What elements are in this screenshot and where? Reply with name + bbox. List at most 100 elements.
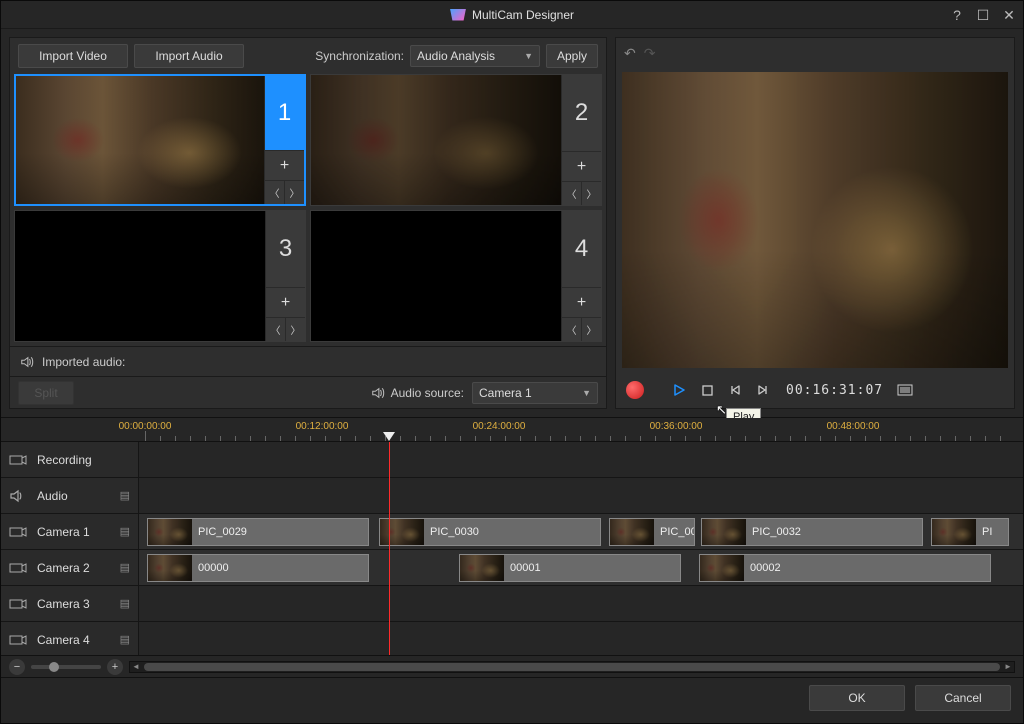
split-button[interactable]: Split <box>18 381 74 405</box>
close-button[interactable]: ✕ <box>1001 7 1017 24</box>
ok-button[interactable]: OK <box>809 685 905 711</box>
track-label-recording: Recording <box>37 453 130 467</box>
timeline-panel: 00:00:00:0000:12:00:0000:24:00:0000:36:0… <box>1 417 1023 677</box>
speaker-icon <box>20 355 34 369</box>
import-audio-button[interactable]: Import Audio <box>134 44 244 68</box>
track-lane-camera-3[interactable] <box>139 586 1023 621</box>
camera-track-icon <box>9 633 29 647</box>
scroll-left-button[interactable]: ◄ <box>130 662 142 672</box>
clip-label: PIC_0032 <box>746 526 807 538</box>
camera-number-4[interactable]: 4 <box>561 211 601 287</box>
camera-cell-3[interactable]: 3 + 〈 〉 <box>14 210 306 342</box>
scrollbar-thumb[interactable] <box>144 663 1000 671</box>
camera-cell-2[interactable]: 2 + 〈 〉 <box>310 74 602 206</box>
undo-button[interactable]: ↶ <box>624 45 636 62</box>
play-button[interactable]: ↖ Play <box>670 384 688 396</box>
synchronization-dropdown[interactable]: Audio Analysis ▼ <box>410 45 540 67</box>
ruler-label: 00:12:00:00 <box>296 421 349 432</box>
imported-audio-label: Imported audio: <box>42 355 125 369</box>
clip-label: 00000 <box>192 562 235 574</box>
timeline-scrollbar[interactable]: ◄ ► <box>129 661 1015 673</box>
camera-2-preview <box>311 75 561 205</box>
preview-panel: ↶ ↷ ↖ Play 00:16:31:07 <box>615 37 1015 409</box>
clip-label: PIC_00 <box>654 526 695 538</box>
camera-4-next-button[interactable]: 〉 <box>582 318 601 341</box>
camera-1-add-button[interactable]: + <box>264 150 304 180</box>
clip[interactable]: PIC_0030 <box>379 518 601 546</box>
camera-2-next-button[interactable]: 〉 <box>582 182 601 205</box>
clip-label: 00002 <box>744 562 787 574</box>
camera-track-icon <box>9 561 29 575</box>
zoom-out-button[interactable]: − <box>9 659 25 675</box>
clip-label: PI <box>976 526 998 538</box>
timecode-options-button[interactable] <box>897 384 913 396</box>
camera-2-add-button[interactable]: + <box>561 151 601 181</box>
audio-source-label: Audio source: <box>391 386 464 400</box>
camera-3-prev-button[interactable]: 〈 <box>266 318 286 341</box>
camera-4-prev-button[interactable]: 〈 <box>562 318 582 341</box>
camera-3-next-button[interactable]: 〉 <box>286 318 305 341</box>
camera-cell-4[interactable]: 4 + 〈 〉 <box>310 210 602 342</box>
camera-number-3[interactable]: 3 <box>265 211 305 287</box>
apply-button[interactable]: Apply <box>546 44 598 68</box>
record-button[interactable] <box>626 381 644 399</box>
transport-bar: ↖ Play 00:16:31:07 <box>616 372 1014 408</box>
time-ruler[interactable]: 00:00:00:0000:12:00:0000:24:00:0000:36:0… <box>1 418 1023 442</box>
camera-cell-1[interactable]: 1 + 〈 〉 <box>14 74 306 206</box>
clip[interactable]: 00000 <box>147 554 369 582</box>
stop-button[interactable] <box>698 385 716 396</box>
synchronization-value: Audio Analysis <box>417 49 495 63</box>
camera-3-add-button[interactable]: + <box>265 287 305 317</box>
camera-1-prev-button[interactable]: 〈 <box>265 181 285 204</box>
prev-frame-button[interactable] <box>726 384 744 396</box>
clip-label: PIC_0029 <box>192 526 253 538</box>
clip-thumbnail <box>702 519 746 545</box>
cancel-button[interactable]: Cancel <box>915 685 1011 711</box>
clip[interactable]: PI <box>931 518 1009 546</box>
preview-monitor <box>622 72 1008 368</box>
import-video-button[interactable]: Import Video <box>18 44 128 68</box>
clip[interactable]: 00002 <box>699 554 991 582</box>
redo-button[interactable]: ↷ <box>644 45 656 62</box>
camera-track-icon <box>9 597 29 611</box>
recording-track-icon <box>9 453 29 467</box>
zoom-slider[interactable] <box>31 665 101 669</box>
maximize-button[interactable]: ☐ <box>975 7 991 24</box>
clip-thumbnail <box>932 519 976 545</box>
track-lane-camera-1[interactable]: PIC_0029 PIC_0030 PIC_00 PIC_0032 PI <box>139 514 1023 549</box>
app-icon <box>450 9 466 21</box>
track-options-audio[interactable]: ▤ <box>120 489 130 502</box>
camera-1-next-button[interactable]: 〉 <box>285 181 304 204</box>
track-options-camera-3[interactable]: ▤ <box>120 597 130 610</box>
zoom-in-button[interactable]: + <box>107 659 123 675</box>
clip[interactable]: PIC_00 <box>609 518 695 546</box>
clip[interactable]: 00001 <box>459 554 681 582</box>
camera-number-1[interactable]: 1 <box>264 76 304 150</box>
playhead-marker[interactable] <box>383 432 395 442</box>
track-options-camera-2[interactable]: ▤ <box>120 561 130 574</box>
ruler-label: 00:36:00:00 <box>650 421 703 432</box>
clip-thumbnail <box>148 555 192 581</box>
track-lane-audio[interactable] <box>139 478 1023 513</box>
track-options-camera-4[interactable]: ▤ <box>120 633 130 646</box>
next-frame-button[interactable] <box>754 384 772 396</box>
track-lane-camera-2[interactable]: 00000 00001 00002 <box>139 550 1023 585</box>
track-lane-recording[interactable] <box>139 442 1023 477</box>
camera-track-icon <box>9 525 29 539</box>
clip[interactable]: PIC_0032 <box>701 518 923 546</box>
camera-2-prev-button[interactable]: 〈 <box>562 182 582 205</box>
scroll-right-button[interactable]: ► <box>1002 662 1014 672</box>
track-label-camera-2: Camera 2 <box>37 561 112 575</box>
track-label-camera-3: Camera 3 <box>37 597 112 611</box>
camera-4-add-button[interactable]: + <box>561 287 601 317</box>
track-options-camera-1[interactable]: ▤ <box>120 525 130 538</box>
audio-track-icon <box>9 488 29 504</box>
clip[interactable]: PIC_0029 <box>147 518 369 546</box>
camera-number-2[interactable]: 2 <box>561 75 601 151</box>
clip-label: 00001 <box>504 562 547 574</box>
audio-source-dropdown[interactable]: Camera 1 ▼ <box>472 382 598 404</box>
caret-down-icon: ▼ <box>582 388 591 398</box>
help-button[interactable]: ? <box>949 7 965 23</box>
track-lane-camera-4[interactable] <box>139 622 1023 655</box>
source-panel: Import Video Import Audio Synchronizatio… <box>9 37 607 409</box>
